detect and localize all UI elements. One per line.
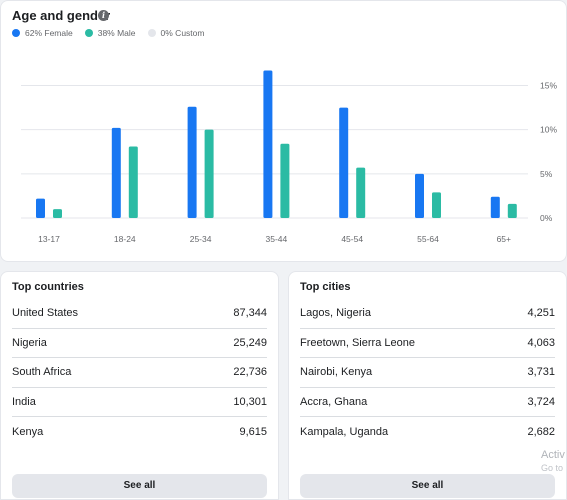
- city-row: Accra, Ghana 3,724: [300, 388, 555, 417]
- x-tick-label: 55-64: [417, 234, 439, 244]
- country-row: Nigeria 25,249: [12, 329, 267, 358]
- city-row: Nairobi, Kenya 3,731: [300, 358, 555, 388]
- see-all-countries-button[interactable]: See all: [12, 474, 267, 498]
- y-tick-label: 10%: [540, 125, 557, 135]
- age-gender-chart: 15% 10% 5% 0% 13-17 18-24 25-34 35-44 45-54 55-64…: [21, 70, 557, 244]
- country-value: 9,615: [239, 425, 267, 438]
- bar-female-55-64[interactable]: [415, 173, 424, 218]
- see-all-cities-button[interactable]: See all: [300, 474, 555, 498]
- x-tick-label: 25-34: [190, 234, 212, 244]
- x-tick-label: 45-54: [341, 234, 363, 244]
- country-name: Nigeria: [12, 336, 47, 349]
- city-row: Freetown, Sierra Leone 4,063: [300, 329, 555, 358]
- bar-male-25-34[interactable]: [204, 129, 214, 218]
- top-cities-list: Lagos, Nigeria 4,251 Freetown, Sierra Leon…: [300, 299, 555, 447]
- bar-male-55-64[interactable]: [432, 192, 441, 218]
- country-name: India: [12, 395, 36, 408]
- watermark-line1: Activ: [541, 449, 565, 461]
- x-tick-label: 18-24: [114, 234, 136, 244]
- country-value: 87,344: [233, 307, 267, 320]
- city-name: Nairobi, Kenya: [300, 366, 373, 379]
- country-row: South Africa 22,736: [12, 358, 267, 388]
- country-row: India 10,301: [12, 388, 267, 417]
- city-row: Lagos, Nigeria 4,251: [300, 299, 555, 329]
- city-name: Lagos, Nigeria: [300, 307, 371, 320]
- x-tick-label: 35-44: [266, 234, 288, 244]
- x-tick-label: 65+: [497, 234, 511, 244]
- bar-female-45-54[interactable]: [339, 107, 349, 218]
- top-cities-card: Top cities Lagos, Nigeria 4,251 Freetown, …: [288, 271, 567, 500]
- bar-male-13-17[interactable]: [53, 209, 62, 218]
- country-value: 25,249: [233, 336, 267, 349]
- bar-female-13-17[interactable]: [36, 198, 45, 218]
- bar-female-35-44[interactable]: [263, 70, 273, 218]
- y-tick-label: 5%: [540, 169, 553, 179]
- y-tick-label: 15%: [540, 81, 557, 91]
- city-value: 3,731: [527, 366, 555, 379]
- country-row: United States 87,344: [12, 299, 267, 329]
- top-cities-title: Top cities: [300, 281, 351, 293]
- bar-male-18-24[interactable]: [128, 146, 138, 218]
- top-countries-list: United States 87,344 Nigeria 25,249 South Af…: [12, 299, 267, 447]
- bar-male-35-44[interactable]: [280, 143, 290, 218]
- top-countries-title: Top countries: [12, 281, 84, 293]
- city-name: Kampala, Uganda: [300, 425, 389, 438]
- city-value: 2,682: [527, 425, 555, 438]
- bar-male-45-54[interactable]: [356, 167, 366, 218]
- bar-male-65+[interactable]: [507, 203, 517, 218]
- city-name: Accra, Ghana: [300, 395, 368, 408]
- country-name: South Africa: [12, 366, 72, 379]
- city-value: 3,724: [527, 395, 555, 408]
- x-tick-label: 13-17: [38, 234, 60, 244]
- country-row: Kenya 9,615: [12, 417, 267, 447]
- city-value: 4,063: [527, 336, 555, 349]
- watermark-line2: Go to: [541, 463, 564, 473]
- city-row: Kampala, Uganda 2,682: [300, 417, 555, 447]
- y-tick-label: 0%: [540, 213, 553, 223]
- bar-female-65+[interactable]: [490, 196, 500, 218]
- country-name: United States: [12, 307, 79, 320]
- bar-female-25-34[interactable]: [187, 106, 197, 218]
- country-name: Kenya: [12, 425, 44, 438]
- country-value: 10,301: [233, 395, 267, 408]
- bar-female-18-24[interactable]: [111, 127, 121, 218]
- age-gender-card: Age and gender i 62% Female 38% Male 0% …: [0, 0, 567, 262]
- country-value: 22,736: [233, 366, 267, 379]
- city-value: 4,251: [527, 307, 555, 320]
- activate-windows-watermark: Activ Go to: [541, 449, 565, 475]
- city-name: Freetown, Sierra Leone: [300, 336, 415, 349]
- top-countries-card: Top countries United States 87,344 Nigeria…: [0, 271, 279, 500]
